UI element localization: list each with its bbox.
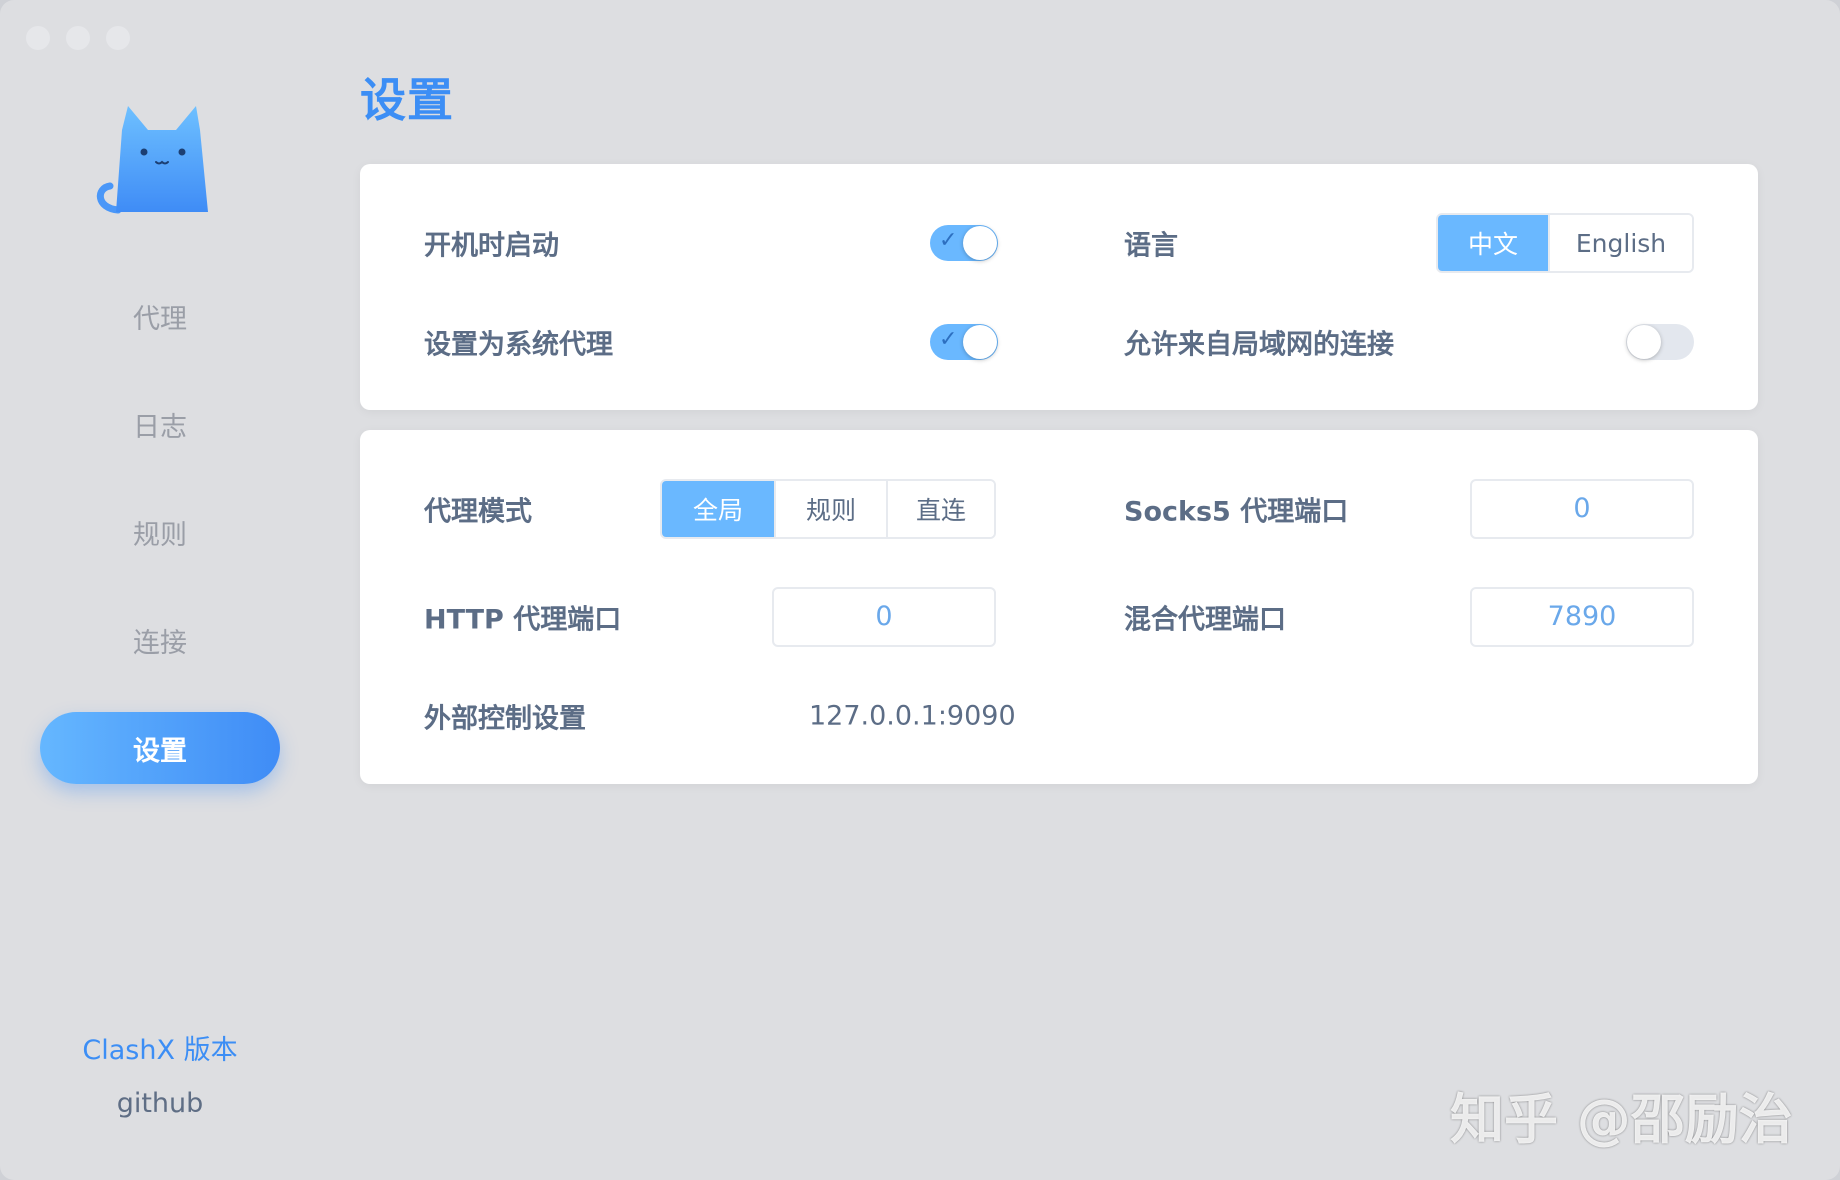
proxy-mode-direct[interactable]: 直连: [886, 481, 994, 537]
allow-lan-label: 允许来自局域网的连接: [1124, 329, 1394, 361]
sidebar: 代理 日志 规则 连接 设置 ClashX 版本 github: [0, 0, 320, 1180]
proxy-mode-label: 代理模式: [424, 496, 532, 528]
language-option-chinese[interactable]: 中文: [1438, 215, 1548, 271]
general-settings-card: 开机时启动 ✓ 语言 中文 English 设置为系统代理 ✓ 允许来自局域网的…: [360, 164, 1758, 410]
external-controller-label: 外部控制设置: [424, 703, 586, 735]
http-port-label: HTTP 代理端口: [424, 604, 622, 636]
external-controller-value[interactable]: 127.0.0.1:9090: [809, 701, 1016, 732]
check-icon: ✓: [939, 228, 958, 253]
version-link[interactable]: ClashX 版本: [0, 1028, 320, 1067]
language-option-english[interactable]: English: [1548, 215, 1692, 271]
http-port-input[interactable]: 0: [772, 587, 996, 647]
proxy-mode-selector: 全局 规则 直连: [660, 479, 996, 539]
proxy-mode-global[interactable]: 全局: [662, 481, 774, 537]
sidebar-item-proxy[interactable]: 代理: [40, 280, 280, 352]
launch-at-login-toggle[interactable]: ✓: [930, 225, 998, 261]
github-link[interactable]: github: [0, 1088, 320, 1119]
toggle-knob: [963, 325, 997, 359]
mixed-port-input[interactable]: 7890: [1470, 587, 1694, 647]
sidebar-item-logs[interactable]: 日志: [40, 388, 280, 460]
socks5-port-label: Socks5 代理端口: [1124, 496, 1349, 528]
socks5-port-input[interactable]: 0: [1470, 479, 1694, 539]
allow-lan-toggle[interactable]: [1626, 324, 1694, 360]
page-title: 设置: [360, 73, 454, 127]
app-window: 代理 日志 规则 连接 设置 ClashX 版本 github 设置 开机时启动…: [0, 0, 1840, 1180]
sidebar-item-rules[interactable]: 规则: [40, 496, 280, 568]
language-selector: 中文 English: [1436, 213, 1694, 273]
watermark: 知乎 @邵励治: [1450, 1088, 1793, 1151]
check-icon: ✓: [939, 327, 958, 352]
toggle-knob: [963, 226, 997, 260]
language-label: 语言: [1124, 230, 1178, 262]
proxy-settings-card: 代理模式 全局 规则 直连 Socks5 代理端口 0 HTTP 代理端口 0 …: [360, 430, 1758, 784]
toggle-knob: [1627, 325, 1661, 359]
sidebar-item-settings[interactable]: 设置: [40, 712, 280, 784]
proxy-mode-rule[interactable]: 规则: [774, 481, 886, 537]
cat-logo-icon: [97, 106, 208, 214]
mixed-port-label: 混合代理端口: [1124, 604, 1286, 636]
system-proxy-toggle[interactable]: ✓: [930, 324, 998, 360]
sidebar-item-connections[interactable]: 连接: [40, 604, 280, 676]
launch-at-login-label: 开机时启动: [424, 230, 559, 262]
system-proxy-label: 设置为系统代理: [424, 329, 613, 361]
